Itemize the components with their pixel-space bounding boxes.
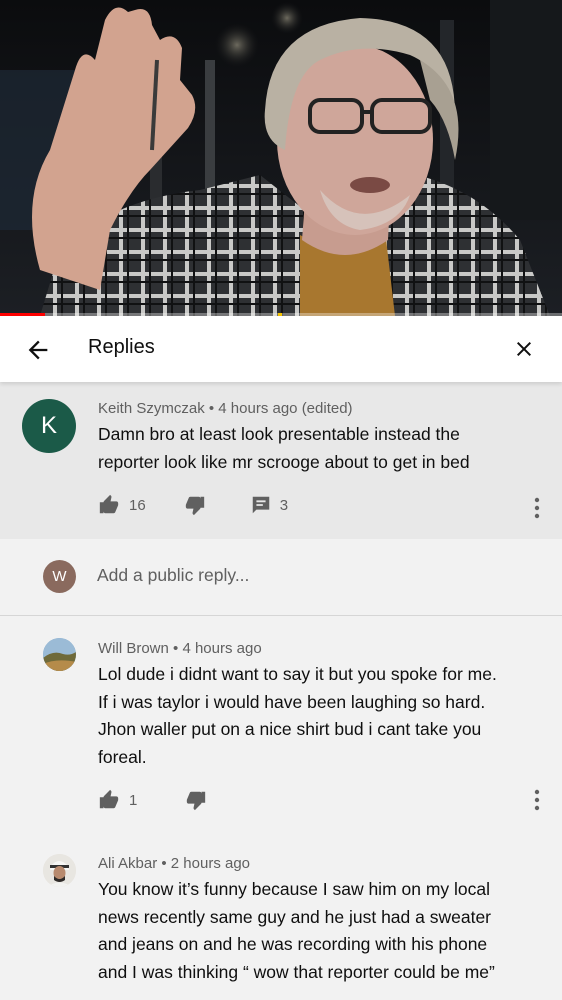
dislike-button[interactable] <box>185 789 207 811</box>
avatar[interactable] <box>43 638 76 671</box>
comment-meta: Ali Akbar • 2 hours ago <box>98 855 250 872</box>
comment-author[interactable]: Will Brown <box>98 640 169 657</box>
comment-text-line: Jhon waller put on a nice shirt bud i ca… <box>98 719 482 739</box>
parent-comment: K Keith Szymczak • 4 hours ago (edited) … <box>0 382 562 539</box>
avatar-image <box>43 638 76 671</box>
like-count: 16 <box>129 496 146 514</box>
thumb-down-icon <box>187 791 206 811</box>
reply-comment: Ali Akbar • 2 hours ago You know it’s fu… <box>0 836 562 1000</box>
comment-meta: Keith Szymczak • 4 hours ago (edited) <box>98 400 353 417</box>
comment-text-line: and jeans on and he was recording with h… <box>98 934 488 954</box>
comment-icon <box>252 496 269 514</box>
video-frame <box>0 0 562 316</box>
avatar-letter: W <box>52 568 67 585</box>
reply-count-button[interactable]: 3 <box>250 494 288 516</box>
meta-separator: • <box>208 400 219 417</box>
reply-comment: Will Brown • 4 hours ago Lol dude i didn… <box>0 616 562 836</box>
comment-time: 2 hours ago <box>170 855 251 872</box>
comment-text: You know it’s funny because I saw him on… <box>98 876 495 986</box>
comment-time: 4 hours ago (edited) <box>218 400 353 417</box>
avatar[interactable] <box>43 854 76 887</box>
add-reply-input[interactable]: Add a public reply... <box>97 565 517 586</box>
more-options-icon[interactable] <box>533 789 541 811</box>
comment-text-line: news recently same guy and he just had a… <box>98 906 491 927</box>
comment-text-line: Lol dude i didnt want to say it but you … <box>98 664 497 684</box>
avatar-letter: K <box>40 412 57 439</box>
comment-text-line: foreal. <box>98 746 147 767</box>
video-player[interactable] <box>0 0 562 316</box>
comment-text: Damn bro at least look presentable inste… <box>98 421 470 476</box>
user-avatar: W <box>43 560 76 593</box>
thumb-down-icon <box>185 496 204 516</box>
like-count: 1 <box>129 791 138 809</box>
more-options-icon[interactable] <box>533 497 541 519</box>
comment-meta: Will Brown • 4 hours ago <box>98 640 262 657</box>
avatar-image <box>43 854 76 887</box>
replies-header: Replies <box>0 316 562 382</box>
avatar[interactable]: K <box>22 399 76 453</box>
comment-actions: 1 <box>98 789 207 811</box>
like-button[interactable]: 1 <box>98 789 137 811</box>
like-button[interactable]: 16 <box>98 494 146 516</box>
page-title: Replies <box>88 336 155 358</box>
dislike-button[interactable] <box>184 494 206 516</box>
meta-separator: • <box>161 855 171 872</box>
reply-count: 3 <box>279 496 289 514</box>
comment-text-line: If i was taylor i would have been laughi… <box>98 691 486 712</box>
thumb-up-icon <box>99 494 119 514</box>
add-reply-row: W Add a public reply... <box>0 539 562 616</box>
close-icon[interactable] <box>512 337 536 361</box>
comment-time: 4 hours ago <box>182 640 262 657</box>
comment-author[interactable]: Keith Szymczak <box>98 400 205 417</box>
thumb-up-icon <box>99 789 119 809</box>
comment-text-line: Damn bro at least look presentable inste… <box>98 424 460 444</box>
comment-text-line: and I was thinking “ wow that reporter c… <box>98 961 495 982</box>
comment-text: Lol dude i didnt want to say it but you … <box>98 661 497 771</box>
comment-text-line: You know it’s funny because I saw him on… <box>98 879 491 899</box>
comment-text-line: reporter look like mr scrooge about to g… <box>98 451 470 472</box>
comment-actions: 16 3 <box>98 494 288 516</box>
back-arrow-icon[interactable] <box>24 336 52 364</box>
comment-author[interactable]: Ali Akbar <box>98 855 157 872</box>
